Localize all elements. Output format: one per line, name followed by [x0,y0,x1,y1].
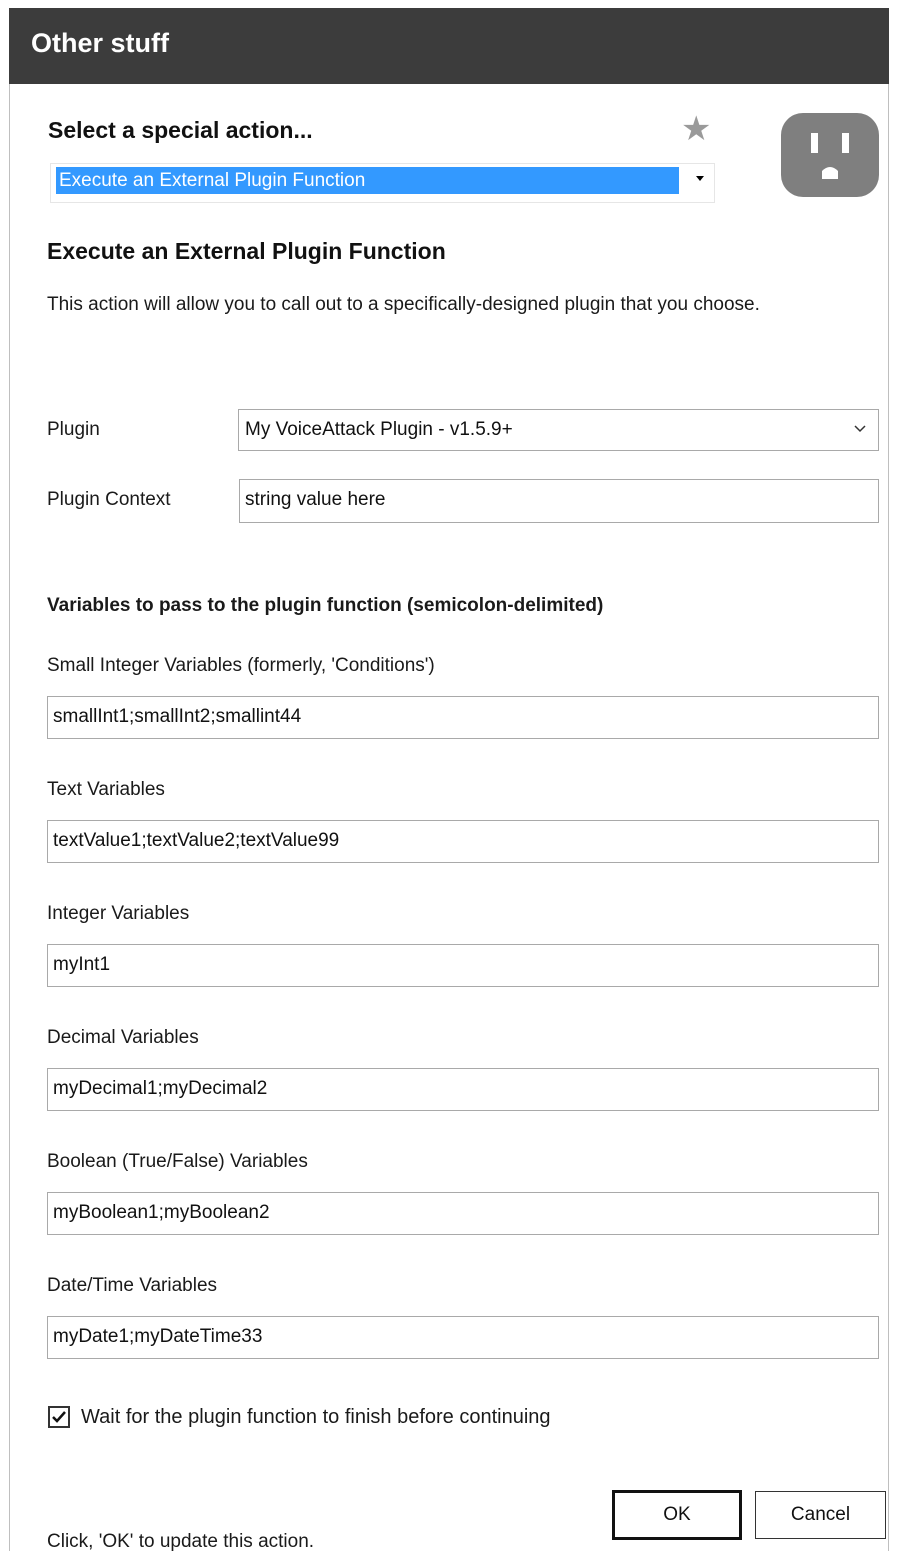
cancel-button[interactable]: Cancel [755,1491,886,1539]
small-int-label: Small Integer Variables (formerly, 'Cond… [47,655,435,676]
title-bar: Other stuff [9,8,889,84]
action-dropdown[interactable]: Execute an External Plugin Function [50,163,715,203]
integer-variables-input[interactable]: myInt1 [47,944,879,987]
decimal-variables-input[interactable]: myDecimal1;myDecimal2 [47,1068,879,1111]
window-title: Other stuff [31,28,169,58]
variables-heading: Variables to pass to the plugin function… [47,595,604,616]
plugin-dropdown-value: My VoiceAttack Plugin - v1.5.9+ [245,419,513,440]
outlet-plug-icon [781,113,879,197]
footer-hint: Click, 'OK' to update this action. [47,1531,315,1552]
datetime-variables-label: Date/Time Variables [47,1275,218,1296]
integer-variables-label: Integer Variables [47,903,190,924]
small-int-input[interactable]: smallInt1;smallInt2;smallint44 [47,696,879,739]
ok-button[interactable]: OK [612,1490,742,1540]
plugin-dropdown[interactable]: My VoiceAttack Plugin - v1.5.9+ [238,409,879,451]
action-dropdown-value: Execute an External Plugin Function [56,167,679,194]
wait-checkbox[interactable] [48,1406,70,1428]
datetime-variables-input[interactable]: myDate1;myDateTime33 [47,1316,879,1359]
dropdown-arrow-icon[interactable] [696,176,704,181]
star-icon[interactable]: ★ [681,112,711,146]
section-description: This action will allow you to call out t… [47,294,760,315]
wait-checkbox-label[interactable]: Wait for the plugin function to finish b… [81,1406,551,1429]
decimal-variables-label: Decimal Variables [47,1027,199,1048]
checkmark-icon [52,1411,66,1423]
boolean-variables-input[interactable]: myBoolean1;myBoolean2 [47,1192,879,1235]
chevron-down-icon[interactable] [854,422,866,434]
plugin-label: Plugin [47,419,100,440]
boolean-variables-label: Boolean (True/False) Variables [47,1151,308,1172]
text-variables-label: Text Variables [47,779,165,800]
action-selector-heading: Select a special action... [48,117,313,143]
plugin-context-input[interactable]: string value here [239,479,879,523]
section-title: Execute an External Plugin Function [47,238,446,264]
plugin-context-label: Plugin Context [47,489,171,510]
text-variables-input[interactable]: textValue1;textValue2;textValue99 [47,820,879,863]
